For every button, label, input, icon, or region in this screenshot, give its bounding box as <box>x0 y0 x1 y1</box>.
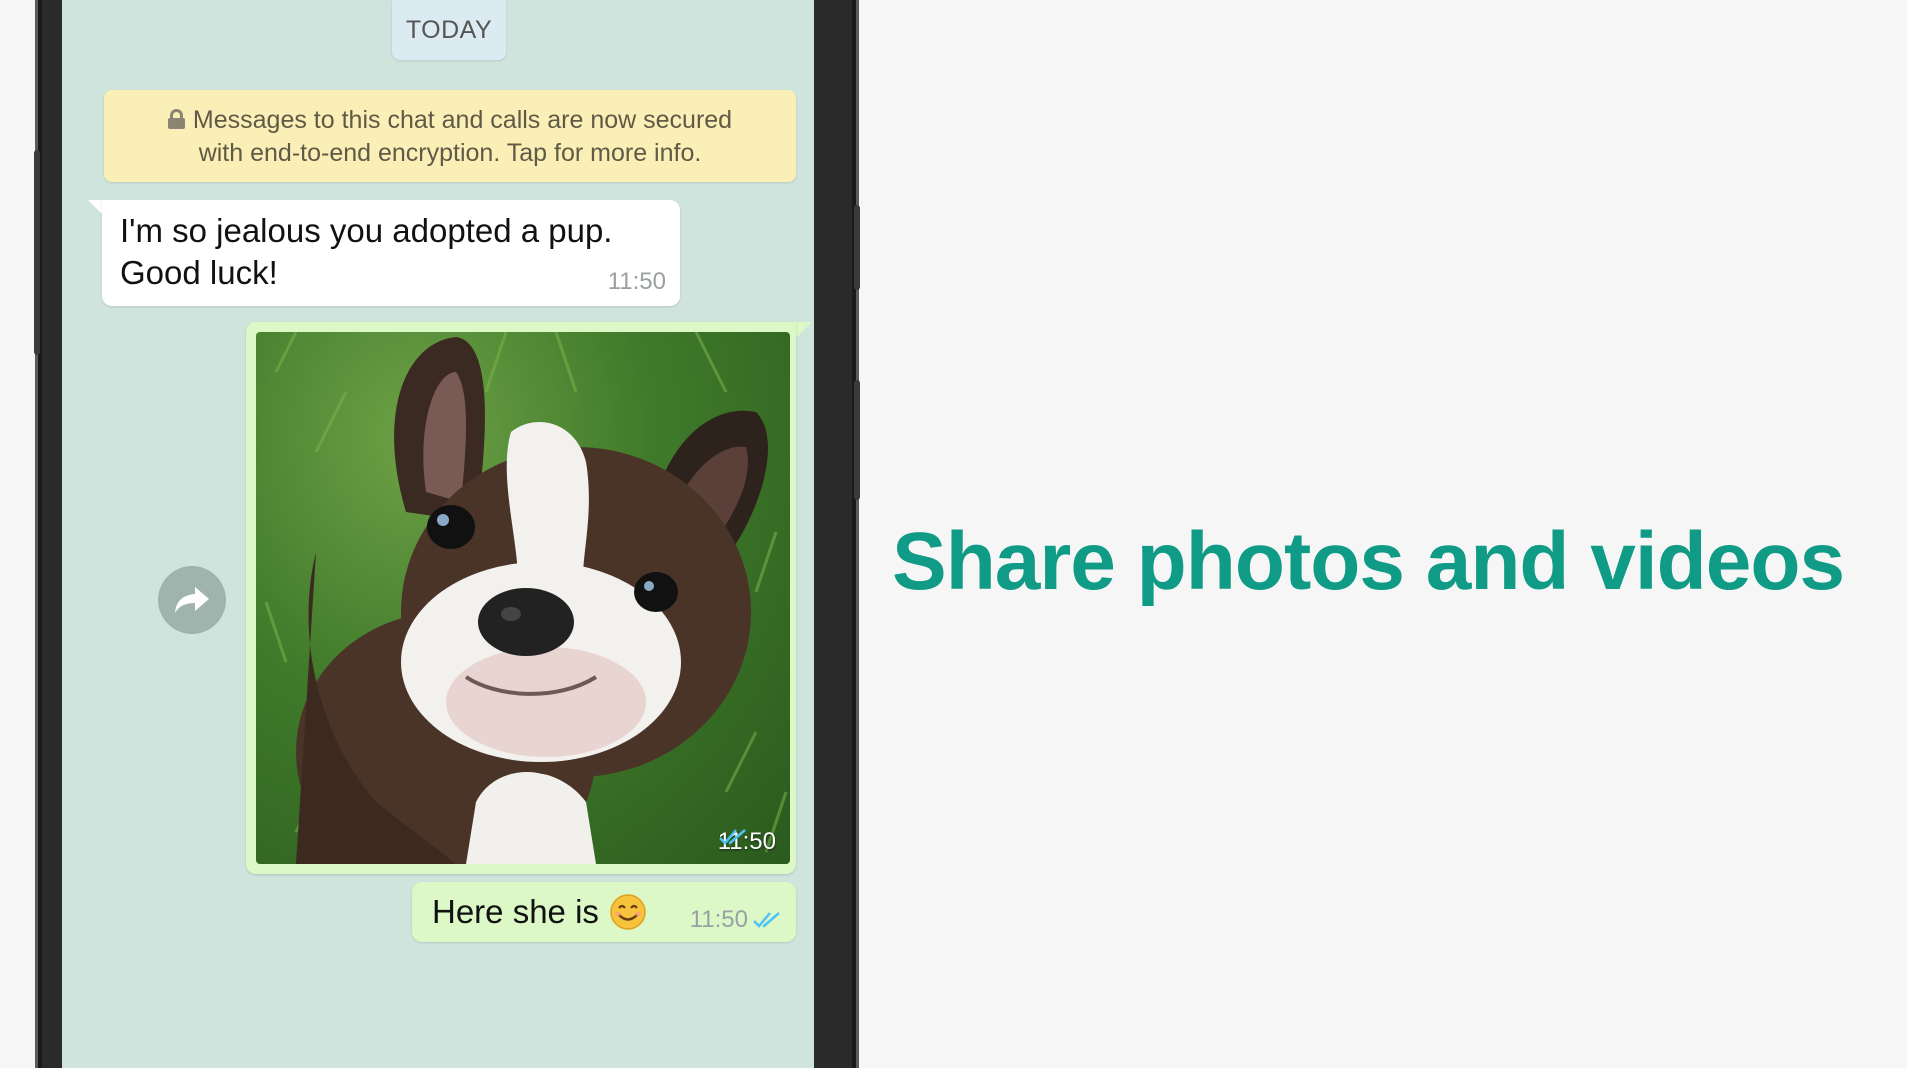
forward-button[interactable] <box>158 566 226 634</box>
phone-side-button <box>854 380 860 500</box>
double-check-icon <box>718 829 746 845</box>
smiling-face-emoji <box>610 894 646 930</box>
phone-side-button <box>34 150 40 355</box>
incoming-message-text: I'm so jealous you adopted a pup. Good l… <box>120 210 612 294</box>
forward-icon <box>175 587 209 613</box>
double-check-icon <box>753 912 780 928</box>
phone-side-button <box>854 205 860 290</box>
photo-message-time: 11:50 <box>718 828 776 856</box>
incoming-message-time: 11:50 <box>607 268 666 295</box>
dog-photo[interactable]: 11:50 <box>256 332 790 864</box>
incoming-message-bubble[interactable]: I'm so jealous you adopted a pup. Good l… <box>102 200 680 306</box>
outgoing-message-time: 11:50 <box>690 906 782 934</box>
incoming-message-line2: Good luck! <box>120 254 278 291</box>
encryption-notice-line2: with end-to-end encryption. Tap for more… <box>198 139 702 167</box>
lock-icon <box>167 109 185 129</box>
encryption-notice[interactable]: Messages to this chat and calls are now … <box>104 90 796 182</box>
chat-screen: TODAY Messages to this chat and calls ar… <box>62 0 814 1068</box>
outgoing-message-label: Here she is <box>432 893 599 930</box>
outgoing-message-time-text: 11:50 <box>689 906 748 933</box>
feature-headline: Share photos and videos <box>892 516 1845 607</box>
encryption-notice-line1: Messages to this chat and calls are now … <box>104 104 796 137</box>
photo-bubble-tail <box>796 322 812 338</box>
encryption-notice-text: Messages to this chat and calls are now … <box>192 106 733 134</box>
incoming-message-line1: I'm so jealous you adopted a pup. <box>120 212 613 249</box>
outgoing-message-text: Here she is <box>432 892 647 932</box>
photo-message-bubble[interactable]: 11:50 <box>246 322 796 874</box>
date-chip: TODAY <box>392 0 506 60</box>
outgoing-message-bubble[interactable]: Here she is 11:50 <box>412 882 796 942</box>
